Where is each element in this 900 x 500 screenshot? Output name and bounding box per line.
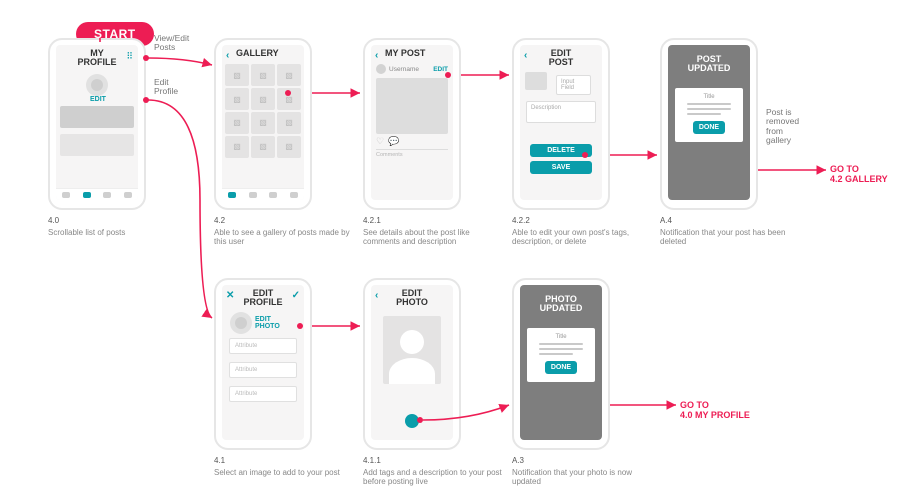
flow-arrows (0, 0, 900, 500)
